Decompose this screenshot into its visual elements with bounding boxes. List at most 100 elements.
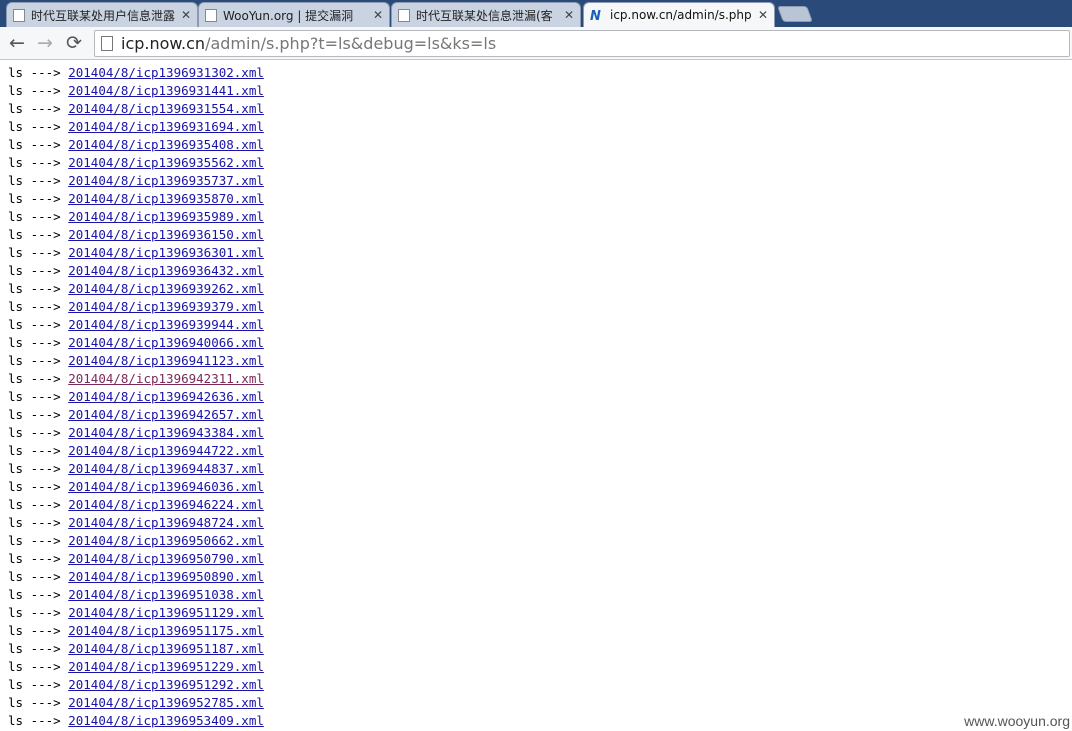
file-link[interactable]: 201404/8/icp1396936432.xml xyxy=(68,263,264,278)
ls-prefix: ls ---> xyxy=(8,83,69,98)
close-icon[interactable]: ✕ xyxy=(758,8,768,22)
file-link[interactable]: 201404/8/icp1396951175.xml xyxy=(68,623,264,638)
file-link[interactable]: 201404/8/icp1396946224.xml xyxy=(68,497,264,512)
file-link[interactable]: 201404/8/icp1396942657.xml xyxy=(68,407,264,422)
address-bar[interactable]: icp.now.cn/admin/s.php?t=ls&debug=ls&ks=… xyxy=(94,30,1070,57)
list-item: ls ---> 201404/8/icp1396944837.xml xyxy=(8,460,264,478)
tab-label: icp.now.cn/admin/s.php xyxy=(610,8,752,22)
file-link[interactable]: 201404/8/icp1396936301.xml xyxy=(68,245,264,260)
list-item: ls ---> 201404/8/icp1396939944.xml xyxy=(8,316,264,334)
file-link[interactable]: 201404/8/icp1396940066.xml xyxy=(68,335,264,350)
ls-prefix: ls ---> xyxy=(8,515,69,530)
list-item: ls ---> 201404/8/icp1396944722.xml xyxy=(8,442,264,460)
file-link[interactable]: 201404/8/icp1396935408.xml xyxy=(68,137,264,152)
list-item: ls ---> 201404/8/icp1396950662.xml xyxy=(8,532,264,550)
ls-prefix: ls ---> xyxy=(8,407,69,422)
ls-prefix: ls ---> xyxy=(8,209,69,224)
ls-prefix: ls ---> xyxy=(8,173,69,188)
back-button[interactable]: ← xyxy=(5,31,29,55)
ls-prefix: ls ---> xyxy=(8,155,69,170)
url-host: icp.now.cn xyxy=(121,34,206,53)
file-link[interactable]: 201404/8/icp1396950890.xml xyxy=(68,569,264,584)
list-item: ls ---> 201404/8/icp1396942636.xml xyxy=(8,388,264,406)
file-link[interactable]: 201404/8/icp1396939262.xml xyxy=(68,281,264,296)
list-item: ls ---> 201404/8/icp1396946036.xml xyxy=(8,478,264,496)
file-link[interactable]: 201404/8/icp1396944837.xml xyxy=(68,461,264,476)
file-link[interactable]: 201404/8/icp1396931441.xml xyxy=(68,83,264,98)
ls-prefix: ls ---> xyxy=(8,677,69,692)
list-item: ls ---> 201404/8/icp1396940066.xml xyxy=(8,334,264,352)
list-item: ls ---> 201404/8/icp1396935562.xml xyxy=(8,154,264,172)
ls-prefix: ls ---> xyxy=(8,641,69,656)
ls-prefix: ls ---> xyxy=(8,695,69,710)
ls-prefix: ls ---> xyxy=(8,659,69,674)
file-link[interactable]: 201404/8/icp1396935989.xml xyxy=(68,209,264,224)
new-tab-button[interactable] xyxy=(777,6,813,22)
file-link[interactable]: 201404/8/icp1396951129.xml xyxy=(68,605,264,620)
list-item: ls ---> 201404/8/icp1396951229.xml xyxy=(8,658,264,676)
tab-2[interactable]: WooYun.org | 提交漏洞 ✕ xyxy=(198,2,390,27)
file-link[interactable]: 201404/8/icp1396936150.xml xyxy=(68,227,264,242)
file-link[interactable]: 201404/8/icp1396942636.xml xyxy=(68,389,264,404)
forward-button[interactable]: → xyxy=(33,31,57,55)
file-link[interactable]: 201404/8/icp1396951187.xml xyxy=(68,641,264,656)
file-link[interactable]: 201404/8/icp1396952785.xml xyxy=(68,695,264,710)
file-link[interactable]: 201404/8/icp1396951229.xml xyxy=(68,659,264,674)
list-item: ls ---> 201404/8/icp1396948724.xml xyxy=(8,514,264,532)
file-link[interactable]: 201404/8/icp1396942311.xml xyxy=(68,371,264,386)
file-link[interactable]: 201404/8/icp1396939379.xml xyxy=(68,299,264,314)
tab-1[interactable]: 时代互联某处用户信息泄露 ✕ xyxy=(6,2,198,27)
page-icon xyxy=(205,8,217,22)
file-link[interactable]: 201404/8/icp1396950790.xml xyxy=(68,551,264,566)
file-link[interactable]: 201404/8/icp1396935562.xml xyxy=(68,155,264,170)
list-item: ls ---> 201404/8/icp1396931554.xml xyxy=(8,100,264,118)
file-link[interactable]: 201404/8/icp1396951292.xml xyxy=(68,677,264,692)
file-link[interactable]: 201404/8/icp1396939944.xml xyxy=(68,317,264,332)
tab-4[interactable]: Nicp.now.cn/admin/s.php ✕ xyxy=(583,2,775,27)
list-item: ls ---> 201404/8/icp1396936301.xml xyxy=(8,244,264,262)
ls-prefix: ls ---> xyxy=(8,605,69,620)
list-item: ls ---> 201404/8/icp1396951038.xml xyxy=(8,586,264,604)
list-item: ls ---> 201404/8/icp1396951187.xml xyxy=(8,640,264,658)
close-icon[interactable]: ✕ xyxy=(564,8,574,22)
file-link[interactable]: 201404/8/icp1396941123.xml xyxy=(68,353,264,368)
url-path: /admin/s.php?t=ls&debug=ls&ks=ls xyxy=(205,34,497,53)
file-link[interactable]: 201404/8/icp1396951038.xml xyxy=(68,587,264,602)
list-item: ls ---> 201404/8/icp1396942657.xml xyxy=(8,406,264,424)
ls-prefix: ls ---> xyxy=(8,371,69,386)
directory-listing: ls ---> 201404/8/icp1396931302.xml ls ---… xyxy=(8,64,264,730)
tab-label: 时代互联某处信息泄漏(客 xyxy=(416,8,553,23)
reload-button[interactable]: ⟳ xyxy=(62,31,86,55)
ls-prefix: ls ---> xyxy=(8,317,69,332)
file-link[interactable]: 201404/8/icp1396935870.xml xyxy=(68,191,264,206)
list-item: ls ---> 201404/8/icp1396935870.xml xyxy=(8,190,264,208)
list-item: ls ---> 201404/8/icp1396941123.xml xyxy=(8,352,264,370)
file-link[interactable]: 201404/8/icp1396935737.xml xyxy=(68,173,264,188)
list-item: ls ---> 201404/8/icp1396931302.xml xyxy=(8,64,264,82)
file-link[interactable]: 201404/8/icp1396931694.xml xyxy=(68,119,264,134)
ls-prefix: ls ---> xyxy=(8,119,69,134)
list-item: ls ---> 201404/8/icp1396935737.xml xyxy=(8,172,264,190)
ls-prefix: ls ---> xyxy=(8,389,69,404)
ls-prefix: ls ---> xyxy=(8,299,69,314)
ls-prefix: ls ---> xyxy=(8,533,69,548)
list-item: ls ---> 201404/8/icp1396953409.xml xyxy=(8,712,264,730)
tab-3[interactable]: 时代互联某处信息泄漏(客 ✕ xyxy=(391,2,581,27)
file-link[interactable]: 201404/8/icp1396946036.xml xyxy=(68,479,264,494)
browser-toolbar: ← → ⟳ icp.now.cn/admin/s.php?t=ls&debug=… xyxy=(0,27,1072,60)
list-item: ls ---> 201404/8/icp1396931694.xml xyxy=(8,118,264,136)
ls-prefix: ls ---> xyxy=(8,587,69,602)
close-icon[interactable]: ✕ xyxy=(373,8,383,22)
file-link[interactable]: 201404/8/icp1396950662.xml xyxy=(68,533,264,548)
file-link[interactable]: 201404/8/icp1396948724.xml xyxy=(68,515,264,530)
file-link[interactable]: 201404/8/icp1396944722.xml xyxy=(68,443,264,458)
ls-prefix: ls ---> xyxy=(8,623,69,638)
file-link[interactable]: 201404/8/icp1396953409.xml xyxy=(68,713,264,728)
file-link[interactable]: 201404/8/icp1396931554.xml xyxy=(68,101,264,116)
ls-prefix: ls ---> xyxy=(8,263,69,278)
list-item: ls ---> 201404/8/icp1396936432.xml xyxy=(8,262,264,280)
file-link[interactable]: 201404/8/icp1396943384.xml xyxy=(68,425,264,440)
file-link[interactable]: 201404/8/icp1396931302.xml xyxy=(68,65,264,80)
ls-prefix: ls ---> xyxy=(8,101,69,116)
close-icon[interactable]: ✕ xyxy=(181,8,191,22)
